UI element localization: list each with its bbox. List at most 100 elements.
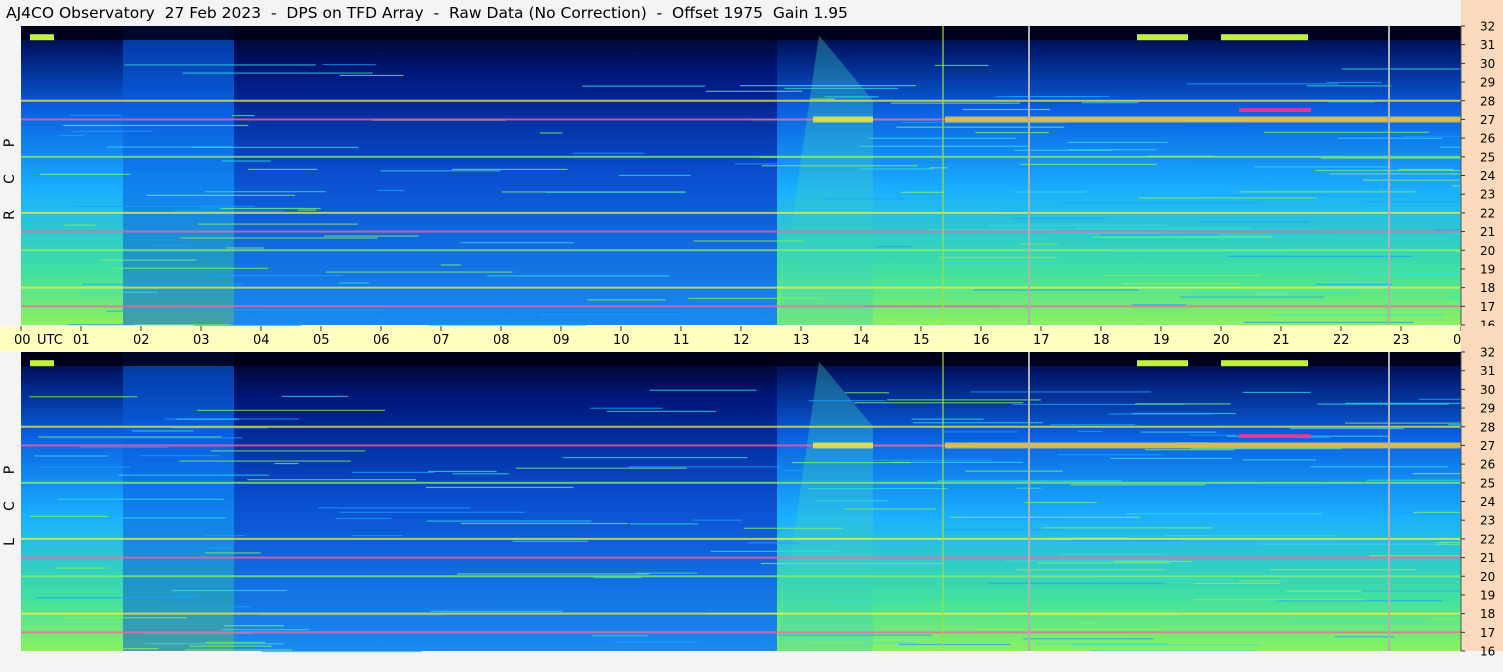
lcp-tick-label: 24 (1480, 495, 1495, 509)
rcp-noise-streak (197, 223, 358, 225)
rcp-noise-streak (962, 108, 1051, 111)
rcp-noise-streak (858, 168, 933, 170)
rcp-noise-streak (1013, 217, 1106, 220)
rcp-tick-label: 26 (1480, 132, 1495, 146)
lcp-noise-streak (460, 522, 628, 525)
rcp-noise-streak (1353, 272, 1461, 274)
lcp-noise-streak (606, 410, 716, 413)
lcp-tick-label: 30 (1480, 383, 1495, 397)
rcp-noise-streak (1264, 131, 1430, 133)
lcp-noise-streak (1413, 511, 1461, 513)
lcp-noise-streak (1344, 422, 1461, 424)
rcp-noise-streak (180, 237, 378, 239)
rcp-vertical-line (1028, 26, 1030, 325)
rcp-rfi-line (21, 305, 1461, 308)
rcp-noise-streak (1327, 101, 1375, 103)
rcp-noise-streak (73, 130, 153, 132)
rcp-noise-streak (581, 85, 706, 87)
rcp-noise-streak (39, 173, 131, 175)
lcp-noise-streak (131, 430, 194, 432)
x-tick-label: 05 (313, 333, 330, 348)
rcp-noise-streak (1341, 68, 1461, 70)
x-tick-label: 12 (733, 333, 750, 348)
lcp-vertical-line (1028, 352, 1030, 651)
lcp-noise-streak (29, 515, 108, 518)
lcp-noise-streak (179, 460, 351, 462)
rcp-noise-streak (1254, 166, 1392, 168)
rcp-noise-streak (893, 173, 1011, 175)
lcp-noise-streak (944, 529, 1063, 531)
lcp-noise-streak (222, 629, 309, 631)
lcp-noise-streak (171, 595, 202, 597)
rcp-tick-label: 22 (1480, 206, 1495, 220)
x-tick-label: 17 (1033, 333, 1050, 348)
rcp-tick-label: 29 (1480, 76, 1495, 90)
rcp-noise-streak (100, 259, 197, 261)
lcp-noise-streak (1448, 424, 1461, 426)
lcp-noise-streak (351, 535, 403, 537)
lcp-noise-streak (176, 418, 240, 420)
rcp-noise-streak (1111, 251, 1293, 253)
rcp-noise-streak (688, 297, 822, 300)
rcp-noise-streak (1092, 236, 1273, 238)
lcp-noise-streak (1242, 391, 1311, 393)
lcp-noise-streak (29, 396, 138, 398)
lcp-noise-streak (831, 601, 920, 603)
rcp-noise-streak (233, 309, 385, 311)
lcp-noise-streak (1140, 431, 1217, 433)
lcp-noise-streak (710, 550, 840, 552)
lcp-noise-streak (205, 641, 266, 644)
lcp-noise-streak (28, 617, 65, 619)
x-tick-label: 13 (793, 333, 810, 348)
x-tick-label: 20 (1213, 333, 1230, 348)
rcp-rfi-line (21, 230, 1461, 233)
lcp-burst-31mhz (30, 360, 54, 367)
rcp-noise-streak (153, 244, 189, 247)
lcp-noise-streak (1070, 484, 1206, 486)
lcp-noise-streak (1429, 618, 1461, 620)
rcp-noise-streak (69, 114, 122, 116)
rcp-noise-streak (501, 191, 686, 193)
lcp-noise-streak (1366, 479, 1461, 481)
rcp-noise-streak (106, 146, 233, 148)
rcp-noise-streak (339, 74, 404, 77)
lcp-noise-streak (1242, 459, 1316, 461)
lcp-noise-streak (944, 431, 1018, 433)
lcp-noise-streak (1145, 449, 1235, 451)
rcp-noise-streak (539, 132, 563, 134)
lcp-tick-label: 31 (1480, 364, 1495, 378)
lcp-noise-streak (1114, 560, 1192, 563)
rcp-noise-streak (1363, 179, 1461, 181)
lcp-noise-streak (247, 479, 417, 481)
lcp-noise-streak (515, 467, 687, 469)
lcp-noise-streak (162, 606, 252, 608)
rcp-noise-streak (1138, 197, 1317, 199)
rcp-burst-27mhz (945, 116, 1461, 123)
lcp-noise-streak (1289, 428, 1404, 430)
rcp-noise-streak (1089, 178, 1124, 180)
lcp-noise-streak (1023, 638, 1154, 640)
rcp-noise-streak (172, 210, 284, 212)
rcp-noise-streak (1122, 282, 1241, 285)
lcp-noise-streak (211, 450, 366, 452)
lcp-noise-streak (426, 520, 592, 522)
rcp-noise-streak (693, 240, 805, 242)
rcp-noise-streak (226, 247, 264, 249)
x-tick-label: 11 (673, 333, 690, 348)
lcp-noise-streak (512, 540, 588, 542)
rcp-noise-streak (220, 207, 321, 210)
lcp-noise-streak (1276, 600, 1443, 602)
lcp-noise-streak (784, 470, 803, 472)
lcp-noise-streak (430, 610, 563, 612)
lcp-vertical-line (1388, 352, 1390, 651)
rcp-noise-streak (1069, 149, 1157, 151)
rcp-noise-streak (1339, 137, 1427, 139)
rcp-noise-streak (995, 96, 1099, 98)
rcp-noise-streak (146, 194, 295, 196)
lcp-noise-streak (281, 395, 349, 398)
lcp-noise-streak (747, 542, 800, 544)
lcp-noise-streak (209, 547, 235, 550)
rcp-noise-streak (884, 283, 933, 285)
rcp-noise-streak (928, 229, 1057, 231)
lcp-noise-streak (425, 486, 574, 489)
